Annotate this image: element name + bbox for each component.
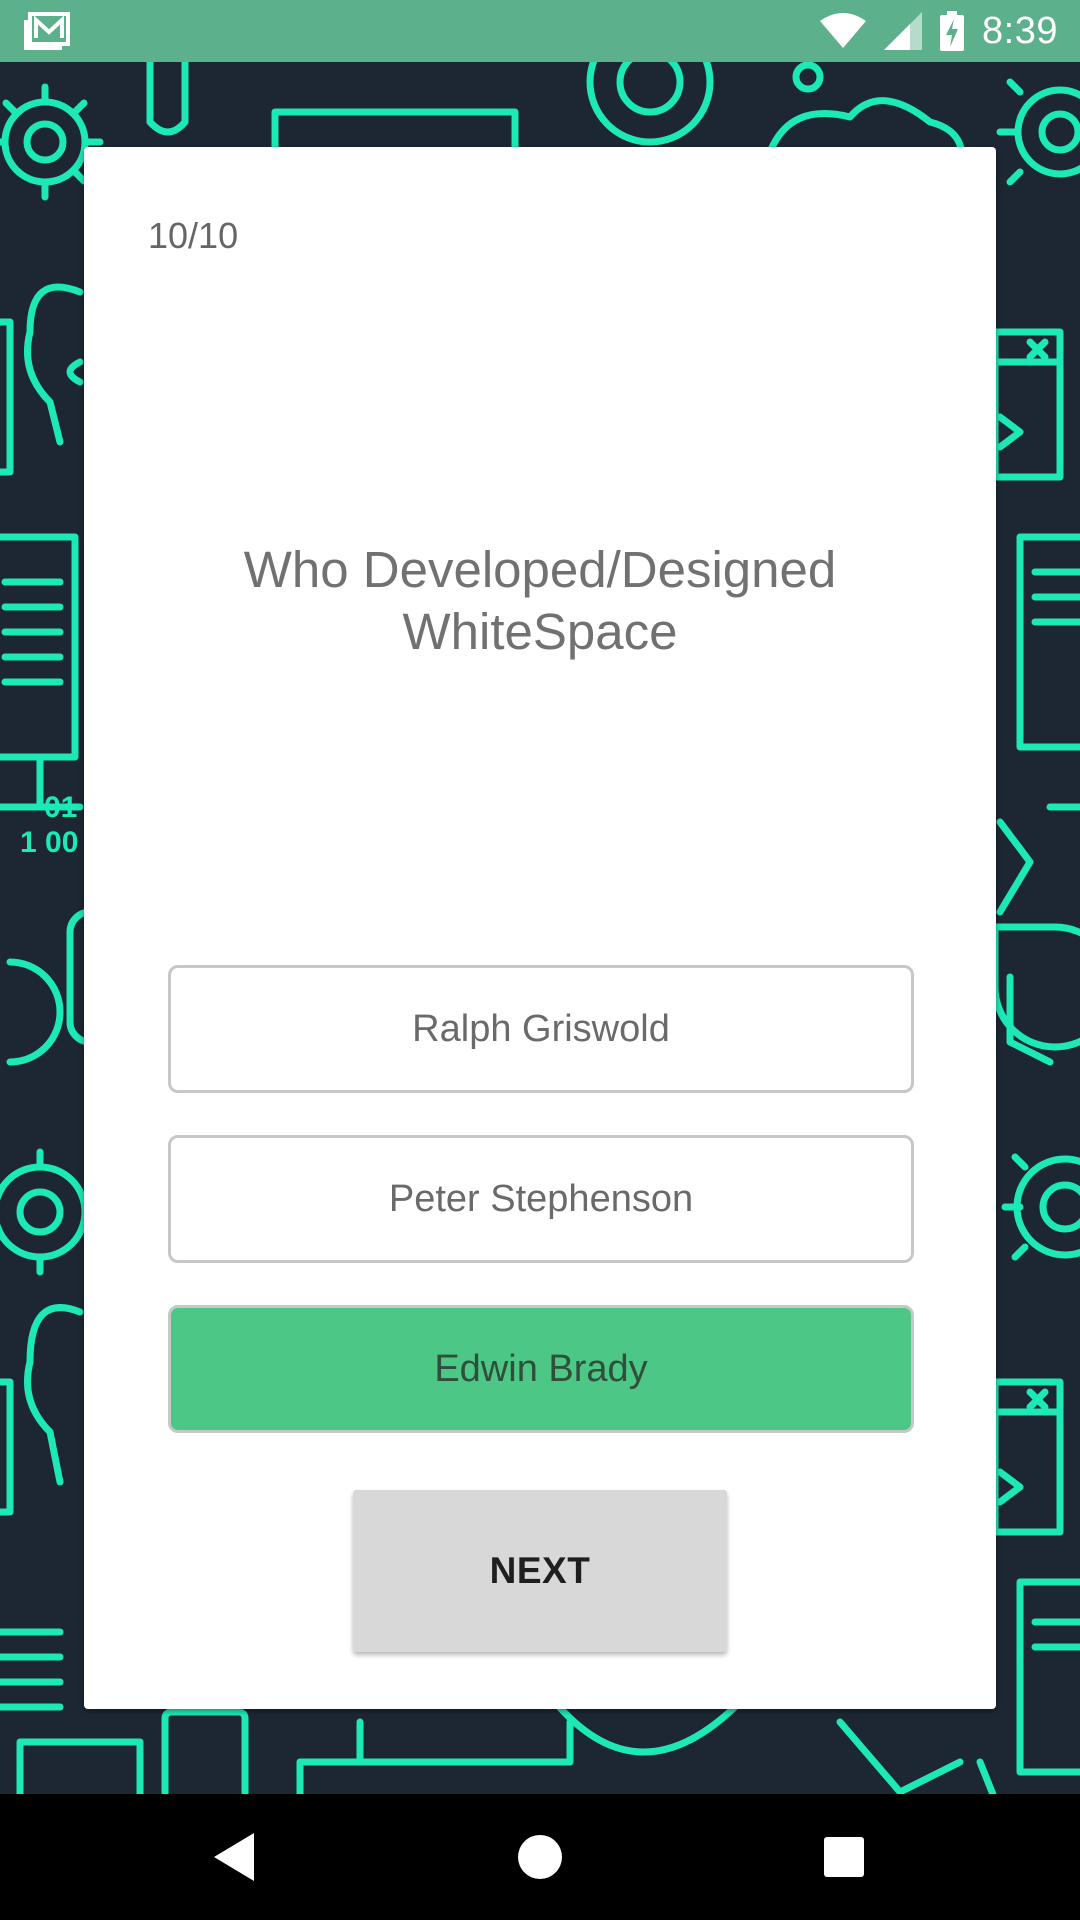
wifi-icon	[820, 13, 867, 48]
cell-signal-icon	[884, 12, 923, 50]
question-progress: 10/10	[148, 215, 239, 256]
answer-option-1[interactable]: Ralph Griswold	[168, 965, 914, 1093]
svg-text:01: 01	[44, 791, 77, 824]
status-bar: 8:39	[0, 0, 1080, 62]
gmail-icon	[24, 12, 70, 50]
clock-time: 8:39	[982, 9, 1058, 52]
answer-option-3-correct[interactable]: Edwin Brady	[168, 1305, 914, 1433]
answer-option-2[interactable]: Peter Stephenson	[168, 1135, 914, 1263]
navigation-bar	[0, 1794, 1080, 1920]
battery-charging-icon	[940, 11, 965, 51]
recents-icon[interactable]	[814, 1827, 874, 1887]
status-right-group: 8:39	[820, 0, 1058, 62]
question-text: Who Developed/Designed WhiteSpace	[243, 541, 837, 660]
home-icon[interactable]	[510, 1827, 570, 1887]
back-icon[interactable]	[206, 1827, 266, 1887]
quiz-card: 10/10 Who Developed/Designed WhiteSpace …	[84, 147, 996, 1709]
next-button[interactable]: NEXT	[353, 1490, 727, 1652]
svg-text:1 00: 1 00	[20, 826, 78, 859]
